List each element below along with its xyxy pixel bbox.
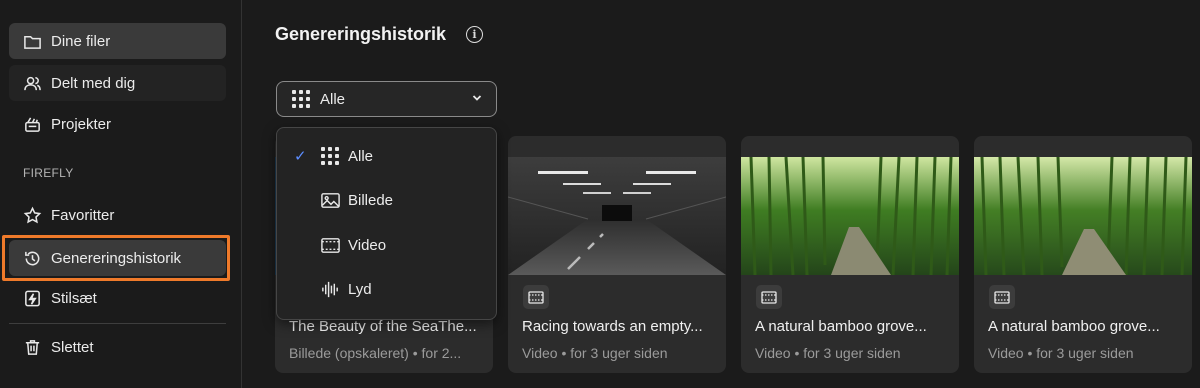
- sidebar-item-projects[interactable]: Projekter: [9, 106, 226, 142]
- filter-selected-label: Alle: [320, 90, 346, 108]
- history-card-2[interactable]: Racing towards an empty... Video • for 3…: [508, 136, 726, 373]
- sidebar-item-generation-history[interactable]: Genereringshistorik: [9, 240, 226, 276]
- image-icon: [319, 189, 341, 211]
- checkmark-icon: ✓: [294, 148, 307, 165]
- video-type-icon: [523, 285, 549, 309]
- filter-option-label: Lyd: [348, 280, 372, 298]
- style-kit-icon: [22, 288, 42, 308]
- history-icon: [22, 248, 42, 268]
- section-label-firefly: FIREFLY: [23, 166, 74, 180]
- grid-icon: [292, 90, 310, 108]
- sidebar-item-shared[interactable]: Delt med dig: [9, 65, 226, 101]
- history-card-4[interactable]: A natural bamboo grove... Video • for 3 …: [974, 136, 1192, 373]
- filter-option-image[interactable]: Billede: [277, 182, 496, 218]
- card-thumbnail-tunnel: [508, 157, 726, 275]
- sidebar-item-label: Genereringshistorik: [51, 249, 182, 267]
- sidebar-item-deleted[interactable]: Slettet: [9, 329, 226, 365]
- info-icon[interactable]: i: [466, 26, 483, 43]
- sidebar-divider: [9, 323, 226, 324]
- audio-waveform-icon: [319, 278, 341, 300]
- sidebar: Dine filer Delt med dig Projekter FIREFL…: [0, 0, 242, 388]
- filter-option-all[interactable]: ✓ Alle: [277, 138, 496, 174]
- chevron-down-icon: [472, 95, 482, 101]
- sidebar-item-favorites[interactable]: Favoritter: [9, 197, 226, 233]
- card-meta: Video • for 3 uger siden: [988, 345, 1134, 361]
- filter-option-label: Billede: [348, 191, 394, 209]
- star-icon: [22, 205, 42, 225]
- sidebar-item-label: Stilsæt: [51, 289, 97, 307]
- sidebar-item-your-files[interactable]: Dine filer: [9, 23, 226, 59]
- filter-option-video[interactable]: Video: [277, 227, 496, 263]
- type-filter-dropdown[interactable]: Alle: [276, 81, 497, 117]
- grid-icon: [319, 145, 341, 167]
- users-icon: [22, 73, 42, 93]
- card-title: Racing towards an empty...: [522, 318, 703, 335]
- history-card-3[interactable]: A natural bamboo grove... Video • for 3 …: [741, 136, 959, 373]
- sidebar-item-label: Dine filer: [51, 32, 111, 50]
- card-title: A natural bamboo grove...: [988, 318, 1160, 335]
- filter-menu: ✓ Alle Billede Video Lyd: [276, 127, 497, 320]
- card-meta: Billede (opskaleret) • for 2...: [289, 345, 462, 361]
- filter-option-audio[interactable]: Lyd: [277, 271, 496, 307]
- projects-icon: [22, 114, 42, 134]
- sidebar-item-label: Delt med dig: [51, 74, 136, 92]
- trash-icon: [22, 337, 42, 357]
- sidebar-item-label: Projekter: [51, 115, 112, 133]
- video-type-icon: [756, 285, 782, 309]
- filter-option-label: Alle: [348, 147, 374, 165]
- sidebar-item-label: Slettet: [51, 338, 94, 356]
- card-meta: Video • for 3 uger siden: [522, 345, 668, 361]
- folder-icon: [22, 31, 42, 51]
- video-type-icon: [989, 285, 1015, 309]
- card-title: The Beauty of the SeaThe...: [289, 318, 477, 335]
- card-meta: Video • for 3 uger siden: [755, 345, 901, 361]
- sidebar-item-label: Favoritter: [51, 206, 115, 224]
- card-title: A natural bamboo grove...: [755, 318, 927, 335]
- card-thumbnail-bamboo: [974, 157, 1192, 275]
- filter-option-label: Video: [348, 236, 387, 254]
- page-title: Genereringshistorik: [275, 24, 447, 44]
- sidebar-item-style-kits[interactable]: Stilsæt: [9, 280, 226, 316]
- film-icon: [319, 234, 341, 256]
- card-thumbnail-bamboo: [741, 157, 959, 275]
